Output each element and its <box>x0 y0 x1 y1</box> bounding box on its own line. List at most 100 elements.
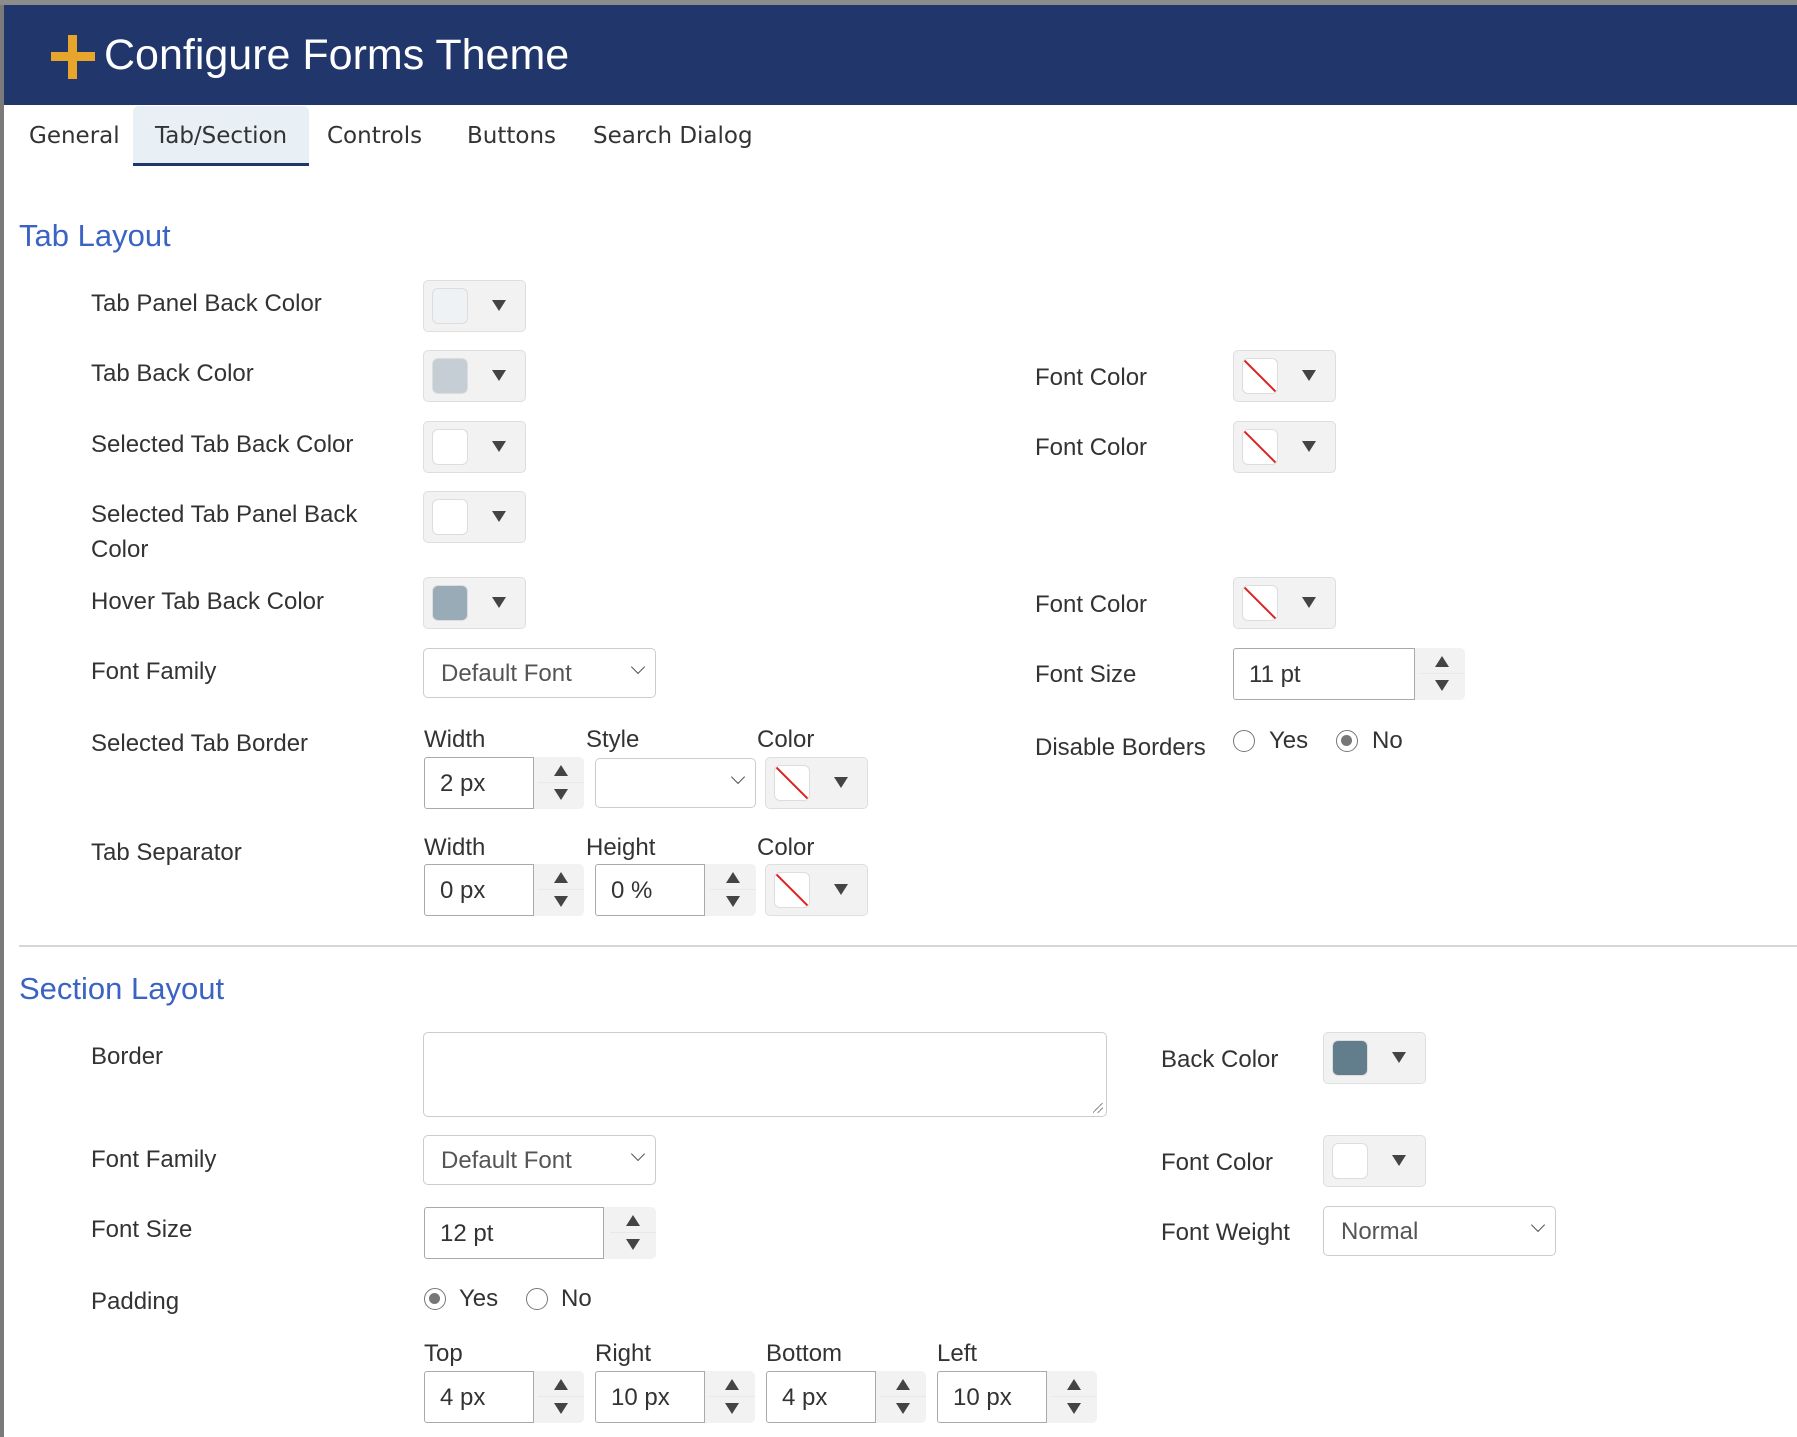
padding-yes-radio[interactable] <box>424 1288 446 1310</box>
separator-width-input[interactable]: 0 px <box>424 864 534 916</box>
no-color-icon <box>1242 429 1278 465</box>
increment-button[interactable] <box>538 1371 584 1397</box>
radio-label-no: No <box>561 1285 592 1312</box>
decrement-button[interactable] <box>538 1397 584 1423</box>
padding-left-label: Left <box>937 1340 978 1367</box>
increment-button[interactable] <box>1419 648 1465 674</box>
decrement-button[interactable] <box>709 1397 755 1423</box>
section-font-size-input[interactable]: 12 pt <box>424 1207 604 1259</box>
tab-panel-back-color-picker[interactable] <box>423 280 526 332</box>
color-swatch <box>432 585 468 621</box>
hover-tab-back-color-label: Hover Tab Back Color <box>91 588 324 615</box>
section-font-color-picker[interactable] <box>1323 1135 1426 1187</box>
selected-tab-panel-back-color-label-line2: Color <box>91 536 149 563</box>
tab-search-dialog[interactable]: Search Dialog <box>571 106 775 166</box>
no-color-icon <box>774 765 810 801</box>
selected-tab-panel-back-color-picker[interactable] <box>423 491 526 543</box>
selected-tab-font-color-picker[interactable] <box>1233 421 1336 473</box>
decrement-button[interactable] <box>1051 1397 1097 1423</box>
selected-tab-font-color-label: Font Color <box>1035 434 1148 461</box>
increment-button[interactable] <box>610 1207 656 1233</box>
section-divider <box>19 945 1797 947</box>
caret-down-icon <box>492 597 506 608</box>
padding-right-stepper[interactable]: 10 px <box>595 1371 755 1423</box>
selected-tab-border-label: Selected Tab Border <box>91 730 309 757</box>
decrement-button[interactable] <box>880 1397 926 1423</box>
tab-tab-section[interactable]: Tab/Section <box>133 106 310 166</box>
section-font-size-stepper[interactable]: 12 pt <box>424 1207 656 1259</box>
select-value: Default Font <box>441 1147 572 1174</box>
increment-button[interactable] <box>1051 1371 1097 1397</box>
disable-borders-no-radio[interactable] <box>1336 730 1358 752</box>
caret-down-icon <box>834 777 848 788</box>
increment-button[interactable] <box>538 864 584 890</box>
tab-font-size-stepper[interactable]: 11 pt <box>1233 648 1465 700</box>
chevron-down-icon <box>1530 1217 1546 1233</box>
decrement-button[interactable] <box>610 1233 656 1259</box>
increment-button[interactable] <box>538 757 584 783</box>
border-color-picker[interactable] <box>765 757 868 809</box>
no-color-icon <box>774 872 810 908</box>
padding-right-input[interactable]: 10 px <box>595 1371 705 1423</box>
separator-height-stepper[interactable]: 0 % <box>595 864 756 916</box>
decrement-button[interactable] <box>538 890 584 916</box>
page-title: Configure Forms Theme <box>104 31 570 79</box>
separator-width-label: Width <box>424 834 486 861</box>
plus-icon <box>51 35 95 79</box>
selected-tab-back-color-picker[interactable] <box>423 421 526 473</box>
decrement-button[interactable] <box>710 890 756 916</box>
padding-left-stepper[interactable]: 10 px <box>937 1371 1097 1423</box>
tab-back-color-picker[interactable] <box>423 350 526 402</box>
tab-font-family-select[interactable]: Default Font <box>423 648 656 698</box>
separator-height-input[interactable]: 0 % <box>595 864 705 916</box>
tab-font-size-input[interactable]: 11 pt <box>1233 648 1415 700</box>
padding-bottom-input[interactable]: 4 px <box>766 1371 876 1423</box>
section-font-weight-select[interactable]: Normal <box>1323 1206 1556 1256</box>
section-border-textarea[interactable] <box>423 1032 1107 1117</box>
tab-layout-heading: Tab Layout <box>19 218 171 253</box>
tab-buttons[interactable]: Buttons <box>445 106 578 166</box>
caret-down-icon <box>492 511 506 522</box>
resize-grip-icon[interactable] <box>1093 1103 1103 1113</box>
caret-down-icon <box>1392 1052 1406 1063</box>
color-swatch <box>432 429 468 465</box>
caret-down-icon <box>834 884 848 895</box>
hover-tab-back-color-picker[interactable] <box>423 577 526 629</box>
hover-tab-font-color-picker[interactable] <box>1233 577 1336 629</box>
padding-bottom-stepper[interactable]: 4 px <box>766 1371 926 1423</box>
border-width-stepper[interactable]: 2 px <box>424 757 584 809</box>
border-width-input[interactable]: 2 px <box>424 757 534 809</box>
radio-label-no: No <box>1372 727 1403 754</box>
increment-button[interactable] <box>709 1371 755 1397</box>
separator-width-stepper[interactable]: 0 px <box>424 864 584 916</box>
decrement-button[interactable] <box>1419 674 1465 700</box>
tab-font-family-label: Font Family <box>91 658 217 685</box>
separator-color-picker[interactable] <box>765 864 868 916</box>
caret-down-icon <box>492 300 506 311</box>
color-swatch <box>1332 1040 1368 1076</box>
padding-top-input[interactable]: 4 px <box>424 1371 534 1423</box>
section-layout-heading: Section Layout <box>19 971 225 1006</box>
caret-down-icon <box>1302 597 1316 608</box>
caret-down-icon <box>1392 1155 1406 1166</box>
section-font-family-select[interactable]: Default Font <box>423 1135 656 1185</box>
tab-font-color-picker[interactable] <box>1233 350 1336 402</box>
tab-controls[interactable]: Controls <box>305 106 444 166</box>
tab-bar: General Tab/Section Controls Buttons Sea… <box>4 106 1797 166</box>
padding-no-radio[interactable] <box>526 1288 548 1310</box>
separator-color-label: Color <box>757 834 815 861</box>
border-style-select[interactable] <box>595 758 756 808</box>
increment-button[interactable] <box>710 864 756 890</box>
padding-right-label: Right <box>595 1340 652 1367</box>
padding-top-stepper[interactable]: 4 px <box>424 1371 584 1423</box>
disable-borders-yes-radio[interactable] <box>1233 730 1255 752</box>
section-border-label: Border <box>91 1043 164 1070</box>
hover-tab-font-color-label: Font Color <box>1035 591 1148 618</box>
window-left-border <box>0 5 4 1437</box>
tab-general[interactable]: General <box>7 106 142 166</box>
decrement-button[interactable] <box>538 783 584 809</box>
padding-left-input[interactable]: 10 px <box>937 1371 1047 1423</box>
section-back-color-picker[interactable] <box>1323 1032 1426 1084</box>
color-swatch <box>432 288 468 324</box>
increment-button[interactable] <box>880 1371 926 1397</box>
